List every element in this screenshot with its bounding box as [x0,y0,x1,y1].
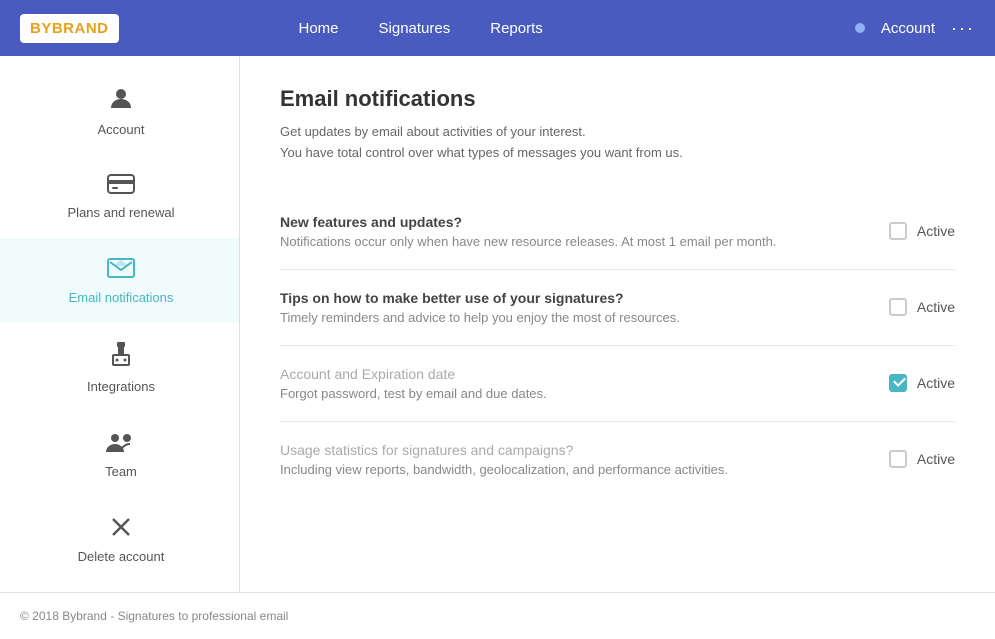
notification-active-label-new-features: Active [917,223,955,239]
notification-desc-tips: Timely reminders and advice to help you … [280,310,855,325]
main-layout: Account Plans and renewal Email noti [0,56,995,592]
notification-text-account-expiration: Account and Expiration date Forgot passw… [280,366,855,401]
sidebar-item-plans[interactable]: Plans and renewal [0,155,239,238]
page-description: Get updates by email about activities of… [280,122,955,164]
account-menu[interactable]: Account [881,20,935,37]
sidebar-item-integrations[interactable]: Integrations [0,323,239,412]
notification-checkbox-account-expiration[interactable] [889,374,907,392]
notification-text-usage-stats: Usage statistics for signatures and camp… [280,442,855,477]
notification-active-label-account-expiration: Active [917,375,955,391]
notification-checkbox-tips[interactable] [889,298,907,316]
notification-title-new-features: New features and updates? [280,214,855,230]
email-notifications-icon [107,256,135,284]
integrations-icon [110,341,132,373]
notification-text-tips: Tips on how to make better use of your s… [280,290,855,325]
sidebar-item-plans-label: Plans and renewal [68,205,175,220]
plans-icon [107,173,135,199]
notification-row-new-features: New features and updates? Notifications … [280,194,955,270]
sidebar-item-team[interactable]: Team [0,412,239,497]
notification-control-usage-stats: Active [855,450,955,468]
sidebar-item-account-label: Account [98,122,145,137]
content-area: Email notifications Get updates by email… [240,56,995,592]
logo[interactable]: BYBRAND [20,14,119,43]
sidebar-item-integrations-label: Integrations [87,379,155,394]
page-desc-line1: Get updates by email about activities of… [280,124,586,139]
main-nav: Home Signatures Reports [299,20,543,37]
status-dot [855,23,865,33]
notification-row-account-expiration: Account and Expiration date Forgot passw… [280,346,955,422]
sidebar-item-email-notifications[interactable]: Email notifications [0,238,239,323]
sidebar-item-team-label: Team [105,464,137,479]
header-right: Account ··· [855,18,975,39]
delete-account-icon [109,515,133,543]
logo-text: BYBRAND [30,20,109,37]
header: BYBRAND Home Signatures Reports Account … [0,0,995,56]
notification-text-new-features: New features and updates? Notifications … [280,214,855,249]
notification-checkbox-new-features[interactable] [889,222,907,240]
sidebar-item-email-notifications-label: Email notifications [69,290,174,305]
notification-active-label-tips: Active [917,299,955,315]
page-title: Email notifications [280,86,955,112]
nav-reports[interactable]: Reports [490,20,543,37]
footer-text: © 2018 Bybrand - Signatures to professio… [20,609,288,623]
notification-desc-account-expiration: Forgot password, test by email and due d… [280,386,855,401]
notification-desc-usage-stats: Including view reports, bandwidth, geolo… [280,462,855,477]
more-menu[interactable]: ··· [951,18,975,39]
notification-title-usage-stats: Usage statistics for signatures and camp… [280,442,855,458]
nav-home[interactable]: Home [299,20,339,37]
sidebar-item-delete-account[interactable]: Delete account [0,497,239,582]
notification-control-new-features: Active [855,222,955,240]
notification-control-tips: Active [855,298,955,316]
notification-checkbox-usage-stats[interactable] [889,450,907,468]
notification-control-account-expiration: Active [855,374,955,392]
nav-signatures[interactable]: Signatures [379,20,451,37]
notification-active-label-usage-stats: Active [917,451,955,467]
notification-row-usage-stats: Usage statistics for signatures and camp… [280,422,955,497]
account-icon [107,84,135,116]
notification-desc-new-features: Notifications occur only when have new r… [280,234,855,249]
notification-title-tips: Tips on how to make better use of your s… [280,290,855,306]
notification-title-account-expiration: Account and Expiration date [280,366,855,382]
footer: © 2018 Bybrand - Signatures to professio… [0,592,995,639]
team-icon [105,430,137,458]
sidebar-item-delete-account-label: Delete account [78,549,165,564]
sidebar-item-account[interactable]: Account [0,66,239,155]
page-desc-line2: You have total control over what types o… [280,145,683,160]
notification-row-tips: Tips on how to make better use of your s… [280,270,955,346]
sidebar: Account Plans and renewal Email noti [0,56,240,592]
